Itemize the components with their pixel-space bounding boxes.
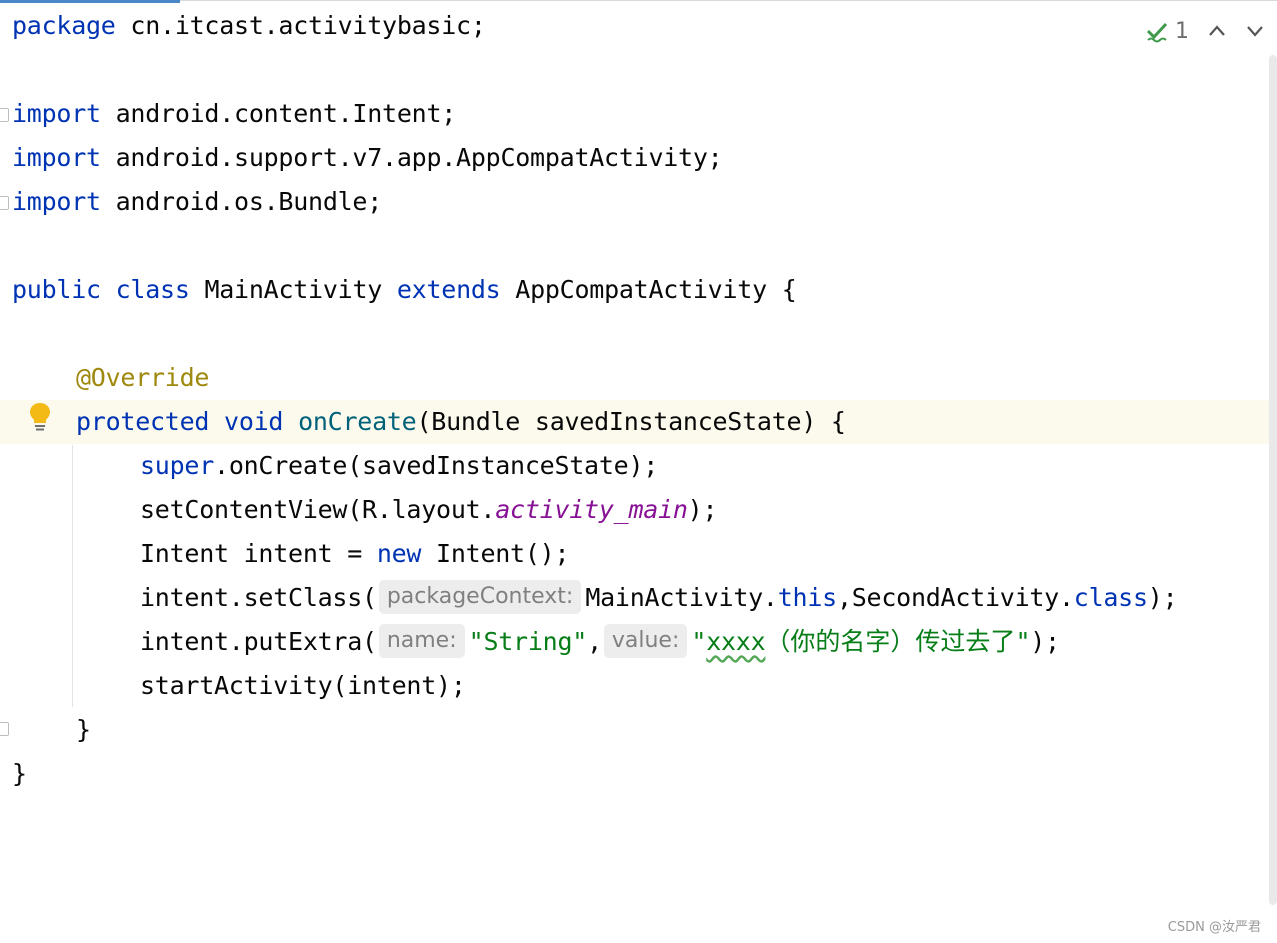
code-line[interactable]: setContentView(R.layout.activity_main); (0, 488, 718, 532)
inspection-count: 1 (1175, 18, 1189, 44)
parameter-hint: name: (378, 624, 465, 658)
code-text: intent.setClass( (140, 583, 377, 612)
parameter-hint: value: (603, 624, 688, 658)
code-text: ,SecondActivity. (836, 583, 1074, 612)
chevron-down-icon[interactable] (1245, 21, 1265, 41)
keyword: public (12, 275, 101, 304)
code-line[interactable]: } (0, 752, 59, 796)
watermark: CSDN @汝严君 (1167, 920, 1261, 935)
chevron-up-icon[interactable] (1207, 21, 1227, 41)
code-line[interactable]: import android.content.Intent; (0, 92, 456, 136)
code-line[interactable]: startActivity(intent); (0, 664, 466, 708)
string-quote: " (691, 627, 707, 656)
keyword: import (12, 143, 101, 172)
code-line[interactable]: @Override (0, 356, 209, 400)
code-text: startActivity(intent); (140, 671, 466, 700)
code-text: , (587, 627, 602, 656)
string-literal-cjk: （你的名字）传过去了 (765, 627, 1016, 656)
editor-top-border (180, 0, 1277, 1)
code-text: android.support.v7.app.AppCompatActivity… (100, 143, 723, 172)
code-line[interactable]: intent.putExtra(name: "String", value: "xxx… (0, 620, 1060, 664)
string-literal: "String" (468, 627, 588, 656)
code-text: android.os.Bundle; (100, 187, 383, 216)
code-text: setContentView(R.layout. (140, 495, 496, 524)
code-text: android.content.Intent; (100, 99, 457, 128)
string-quote: " (1015, 627, 1031, 656)
indent-guide (72, 445, 73, 707)
method-name: onCreate (298, 407, 417, 436)
code-line[interactable]: package cn.itcast.activitybasic; (0, 4, 486, 48)
lightbulb-icon[interactable] (28, 402, 52, 432)
code-line[interactable]: super.onCreate(savedInstanceState); (0, 444, 658, 488)
keyword: super (140, 451, 215, 480)
code-text: .onCreate(savedInstanceState); (214, 451, 659, 480)
code-text: ); (1147, 583, 1178, 612)
check-icon (1146, 22, 1168, 43)
keyword: import (12, 99, 101, 128)
code-editor[interactable]: 1 package cn.itcast.activitybasic; impor… (0, 0, 1277, 943)
keyword: class (115, 275, 190, 304)
tab-indicator (0, 0, 180, 3)
code-line[interactable]: import android.os.Bundle; (0, 180, 382, 224)
code-line-current[interactable]: protected void onCreate(Bundle savedInst… (0, 400, 1277, 444)
code-line[interactable]: public class MainActivity extends AppCom… (0, 268, 797, 312)
keyword: protected (76, 407, 210, 436)
class-name: MainActivity (189, 275, 397, 304)
annotation: @Override (76, 363, 210, 392)
code-line[interactable]: Intent intent = new Intent(); (0, 532, 570, 576)
code-text: } (12, 759, 27, 788)
code-line[interactable]: intent.setClass(packageContext: MainActiv… (0, 576, 1178, 620)
code-text: Intent(); (421, 539, 570, 568)
keyword: import (12, 187, 101, 216)
code-text: ); (687, 495, 718, 524)
code-text: } (76, 715, 91, 744)
keyword: new (376, 539, 422, 568)
code-text: AppCompatActivity { (500, 275, 797, 304)
keyword: class (1073, 583, 1148, 612)
keyword: this (777, 583, 837, 612)
code-line[interactable]: import android.support.v7.app.AppCompatA… (0, 136, 723, 180)
inspection-widget[interactable]: 1 (1145, 16, 1265, 46)
code-text: cn.itcast.activitybasic; (115, 11, 486, 40)
code-text: ); (1030, 627, 1060, 656)
vertical-scrollbar[interactable] (1269, 55, 1277, 905)
code-text: intent.putExtra( (140, 627, 377, 656)
code-line[interactable]: } (0, 708, 91, 752)
keyword: package (12, 11, 116, 40)
inspection-status[interactable]: 1 (1145, 19, 1189, 44)
code-text: MainActivity. (585, 583, 778, 612)
parameter-hint: packageContext: (378, 580, 582, 614)
keyword: extends (396, 275, 501, 304)
static-field: activity_main (495, 495, 688, 524)
string-literal-typo: xxxx (706, 627, 766, 656)
code-text: (Bundle savedInstanceState) { (416, 407, 846, 436)
code-text: Intent intent = (140, 539, 377, 568)
keyword: void (224, 407, 284, 436)
